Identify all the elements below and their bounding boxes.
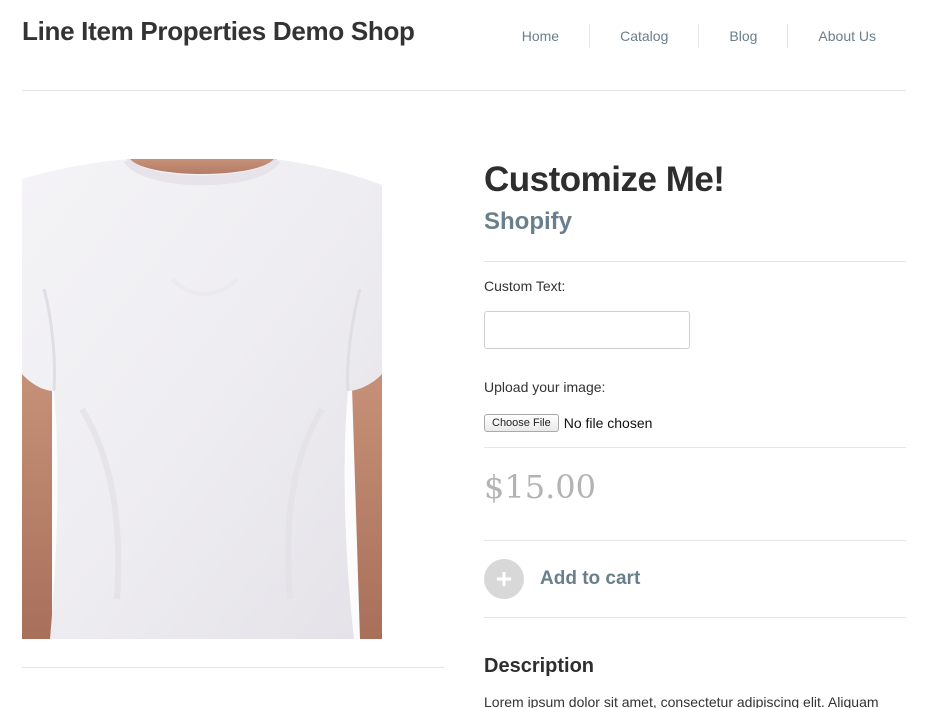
divider xyxy=(484,447,906,448)
description-heading: Description xyxy=(484,655,595,677)
file-status-text: No file chosen xyxy=(563,415,653,431)
main-nav: Home Catalog Blog About Us xyxy=(492,24,906,48)
nav-link-home[interactable]: Home xyxy=(492,24,589,48)
product-price: $15.00 xyxy=(484,468,596,506)
description-text: Lorem ipsum dolor sit amet, consectetur … xyxy=(484,694,879,708)
file-upload-control: Choose File No file chosen xyxy=(484,414,652,432)
page: Line Item Properties Demo Shop Home Cata… xyxy=(0,0,930,708)
nav-link-about-us[interactable]: About Us xyxy=(787,24,906,48)
divider xyxy=(484,261,906,262)
divider xyxy=(484,540,906,541)
upload-image-label: Upload your image: xyxy=(484,379,606,395)
divider xyxy=(484,617,906,618)
add-to-cart-label: Add to cart xyxy=(540,568,641,589)
nav-link-blog[interactable]: Blog xyxy=(698,24,787,48)
site-title-link[interactable]: Line Item Properties Demo Shop xyxy=(22,16,415,47)
choose-file-button[interactable]: Choose File xyxy=(484,414,559,432)
nav-link-catalog[interactable]: Catalog xyxy=(589,24,698,48)
product-title: Customize Me! xyxy=(484,160,725,199)
header-divider xyxy=(22,90,906,91)
image-divider xyxy=(22,667,444,668)
add-to-cart-button[interactable]: Add to cart xyxy=(484,559,640,599)
t-shirt-photo xyxy=(22,159,382,639)
product-vendor-link[interactable]: Shopify xyxy=(484,208,572,236)
product-image[interactable] xyxy=(22,159,382,639)
custom-text-label: Custom Text: xyxy=(484,278,566,294)
custom-text-input[interactable] xyxy=(484,311,690,349)
plus-icon xyxy=(484,559,524,599)
